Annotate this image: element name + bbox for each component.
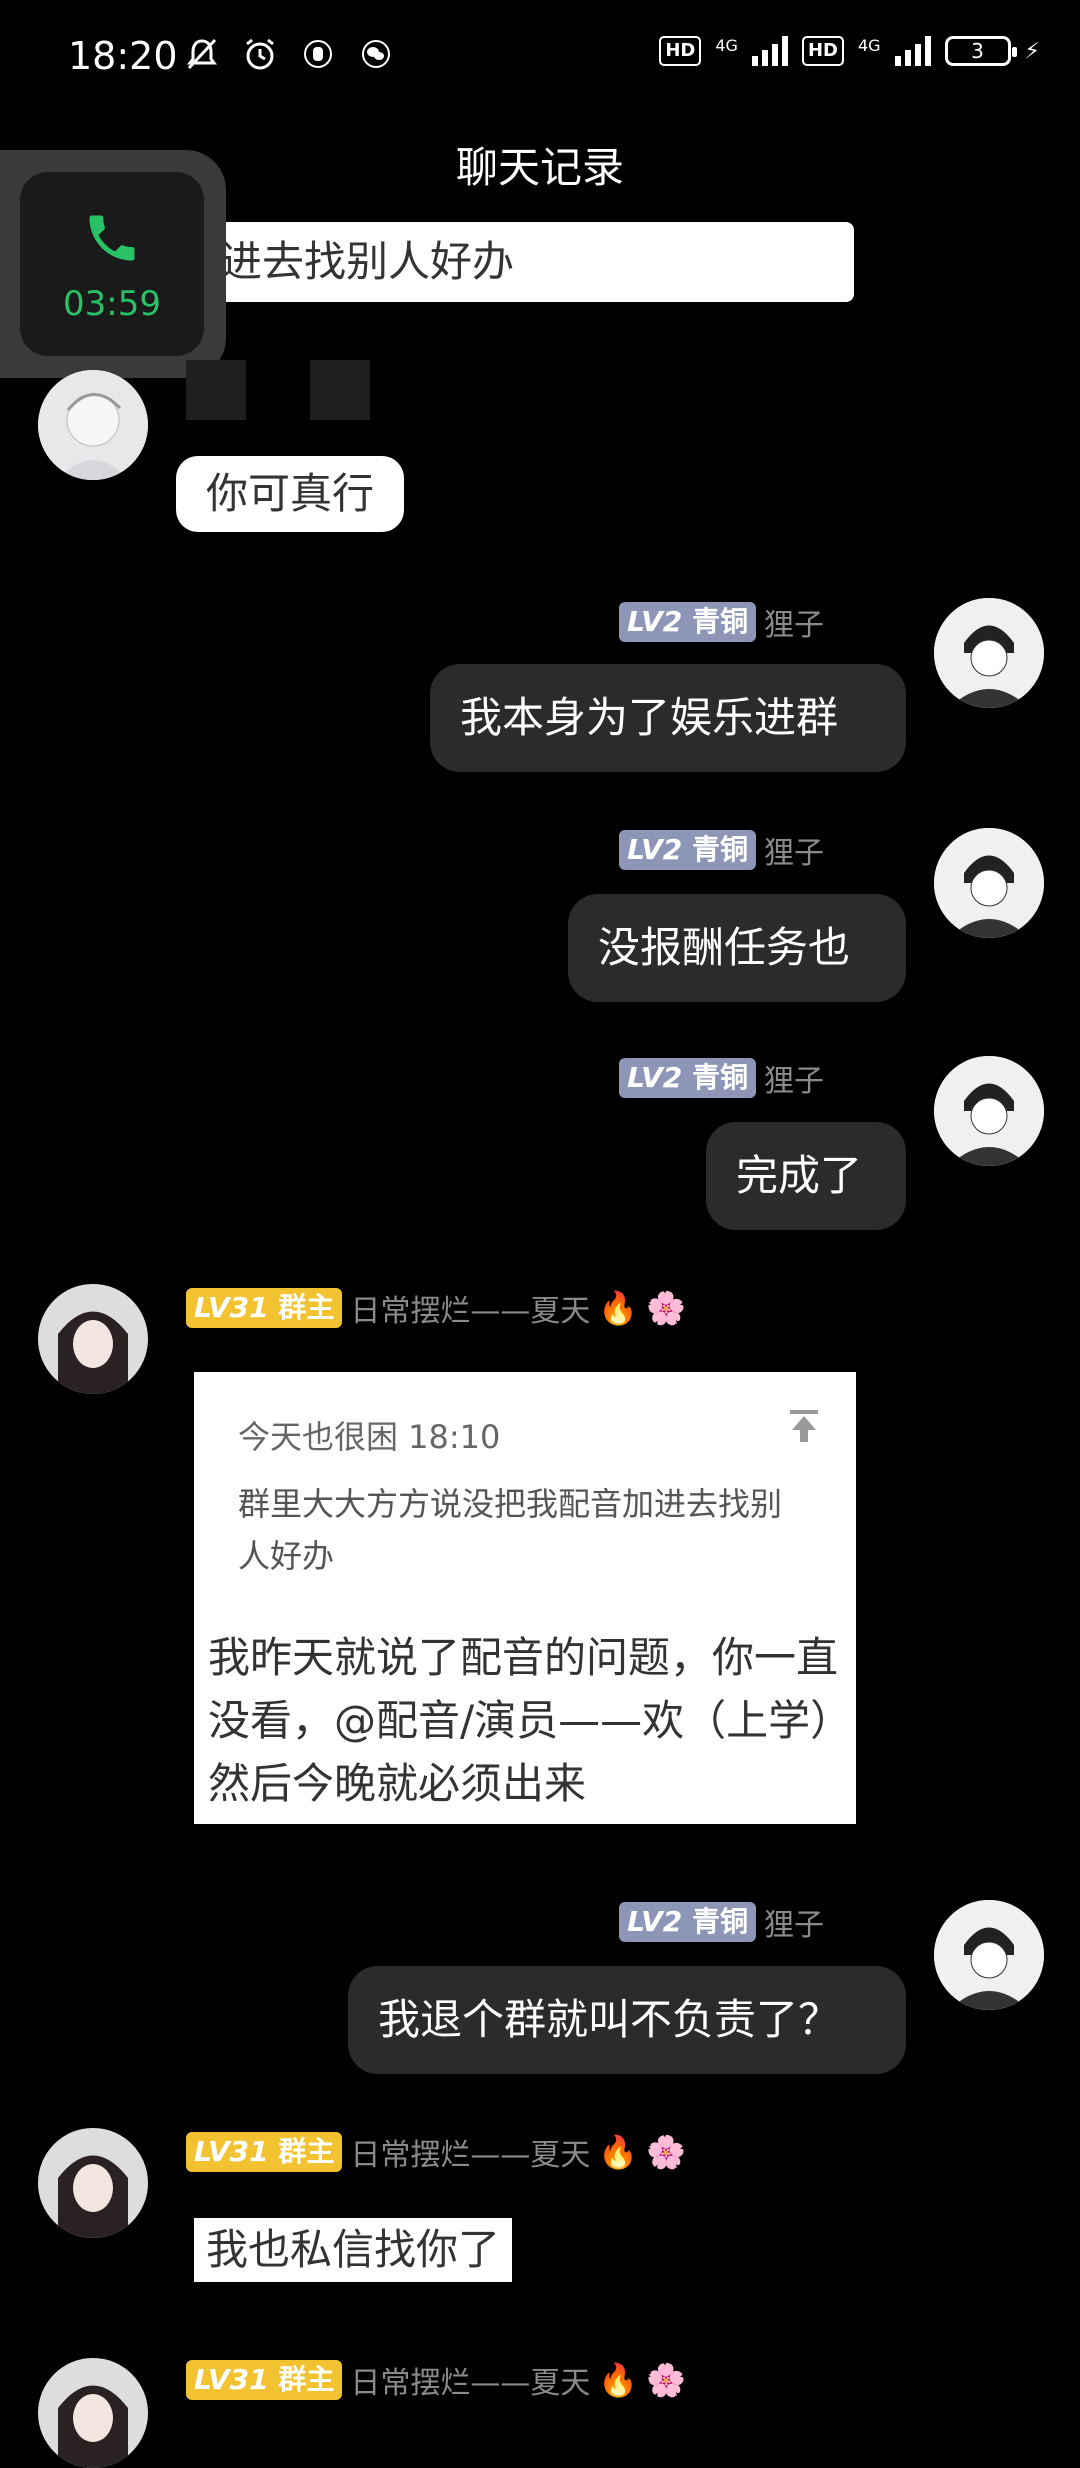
sender-name: 狸子 <box>764 836 824 871</box>
quoted-reply-card: 今天也很困 18:10 群里大大方方说没把我配音加进去找别人好办 我昨天就说了配… <box>194 1372 856 1824</box>
message-text: 你可真行 <box>206 469 375 518</box>
level-badge: LV2 青铜 <box>619 1902 756 1942</box>
level-badge-text: LV2 <box>627 1905 683 1938</box>
level-badge-text: LV31 <box>194 2135 269 2168</box>
redacted-block <box>310 360 370 420</box>
quoted-message-text: 群里大大方方说没把我配音加进去找别人好办 <box>238 1485 783 1575</box>
battery-icon: 3 <box>944 36 1017 66</box>
redacted-block <box>186 360 246 420</box>
message-bubble: 完成了 <box>706 1122 906 1230</box>
fire-icon: 🔥 <box>598 2133 639 2171</box>
notification-icons <box>182 34 396 74</box>
flower-icon: 🌸 <box>646 2361 687 2399</box>
message-bubble: 我也私信找你了 <box>194 2218 513 2282</box>
sender-meta: LV2 青铜 狸子 <box>619 1056 824 1100</box>
rank-label: 青铜 <box>691 605 748 638</box>
level-badge: LV2 青铜 <box>619 830 756 870</box>
level-badge: LV2 青铜 <box>619 602 756 642</box>
sender-meta: LV31 群主 日常摆烂——夏天 🔥 🌸 <box>186 1286 686 1330</box>
sender-name: 狸子 <box>764 1064 824 1099</box>
sender-meta: LV31 群主 日常摆烂——夏天 🔥 🌸 <box>186 2130 686 2174</box>
sender-meta: LV2 青铜 狸子 <box>619 828 824 872</box>
charging-icon: ⚡ <box>1024 38 1040 64</box>
avatar-owner[interactable] <box>38 1284 148 1394</box>
avatar-manga-boy[interactable] <box>934 828 1044 938</box>
status-time: 18:20 <box>68 34 178 78</box>
fire-icon: 🔥 <box>598 1289 639 1327</box>
message-bubble: 没报酬任务也 <box>568 894 906 1002</box>
avatar-manga-boy[interactable] <box>934 1900 1044 2010</box>
rank-label: 群主 <box>278 2363 335 2396</box>
level-badge: LV31 群主 <box>186 1288 343 1328</box>
level-badge-text: LV2 <box>627 605 683 638</box>
message-text: 我退个群就叫不负责了？ <box>378 1995 841 2044</box>
call-box[interactable]: 03:59 <box>20 172 204 356</box>
level-badge-text: LV2 <box>627 833 683 866</box>
message-bubble: 我本身为了娱乐进群 <box>430 664 906 772</box>
signal-area: HD 4G HD 4G 3 ⚡ <box>659 36 1040 66</box>
signal-icon-2 <box>894 36 931 66</box>
rank-label: 青铜 <box>691 1905 748 1938</box>
signal-icon-1 <box>751 36 788 66</box>
level-badge-text: LV31 <box>194 1291 269 1324</box>
hd-badge-1: HD <box>659 36 702 66</box>
fire-icon: 🔥 <box>598 2361 639 2399</box>
sender-name: 日常摆烂——夏天 <box>350 2366 591 2401</box>
sender-name: 日常摆烂——夏天 <box>350 2138 591 2173</box>
message-text: 完成了 <box>736 1151 863 1200</box>
call-duration: 03:59 <box>63 284 161 324</box>
pin-to-top-icon[interactable] <box>784 1406 824 1456</box>
hd-badge-2: HD <box>801 36 844 66</box>
avatar-anime-girl[interactable] <box>38 370 148 480</box>
message-bubble: 我退个群就叫不负责了？ <box>348 1966 906 2074</box>
phone-icon <box>20 208 204 282</box>
network-label-2: 4G <box>857 36 881 55</box>
avatar-manga-boy[interactable] <box>934 1056 1044 1166</box>
level-badge: LV31 群主 <box>186 2360 343 2400</box>
level-badge-text: LV31 <box>194 2363 269 2396</box>
reply-text: 我昨天就说了配音的问题，你一直没看，@配音/演员——欢（上学）然后今晚就必须出来 <box>208 1633 839 1808</box>
partial-message-text: 进去找别人好办 <box>220 237 515 286</box>
avatar-owner[interactable] <box>38 2358 148 2468</box>
app-notification-icon <box>298 34 338 74</box>
sender-meta: LV2 青铜 狸子 <box>619 600 824 644</box>
sender-meta: LV31 群主 日常摆烂——夏天 🔥 🌸 <box>186 2358 686 2402</box>
flower-icon: 🌸 <box>646 1289 687 1327</box>
sender-name: 日常摆烂——夏天 <box>350 1294 591 1329</box>
level-badge: LV2 青铜 <box>619 1058 756 1098</box>
rank-label: 青铜 <box>691 833 748 866</box>
mute-bell-icon <box>182 34 222 74</box>
call-floating-window[interactable]: 03:59 <box>0 150 226 378</box>
partial-message-bubble: 进去找别人好办 <box>200 222 854 302</box>
flower-icon: 🌸 <box>646 2133 687 2171</box>
level-badge: LV31 群主 <box>186 2132 343 2172</box>
rank-label: 群主 <box>278 2135 335 2168</box>
avatar-owner[interactable] <box>38 2128 148 2238</box>
message-bubble: 你可真行 <box>176 456 405 532</box>
message-text: 我也私信找你了 <box>206 2225 501 2274</box>
rank-label: 群主 <box>278 1291 335 1324</box>
sender-meta: LV2 青铜 狸子 <box>619 1900 824 1944</box>
wechat-icon <box>356 34 396 74</box>
status-bar: 18:20 HD 4G HD 4G 3 ⚡ <box>0 0 1080 110</box>
alarm-icon <box>240 34 280 74</box>
message-text: 没报酬任务也 <box>598 923 851 972</box>
battery-level: 3 <box>971 39 984 63</box>
avatar-manga-boy[interactable] <box>934 598 1044 708</box>
quote-header: 今天也很困 18:10 <box>238 1418 501 1456</box>
network-label-1: 4G <box>715 36 738 55</box>
level-badge-text: LV2 <box>627 1061 683 1094</box>
sender-name: 狸子 <box>764 1908 824 1943</box>
message-text: 我本身为了娱乐进群 <box>460 693 839 742</box>
rank-label: 青铜 <box>691 1061 748 1094</box>
sender-name: 狸子 <box>764 608 824 643</box>
